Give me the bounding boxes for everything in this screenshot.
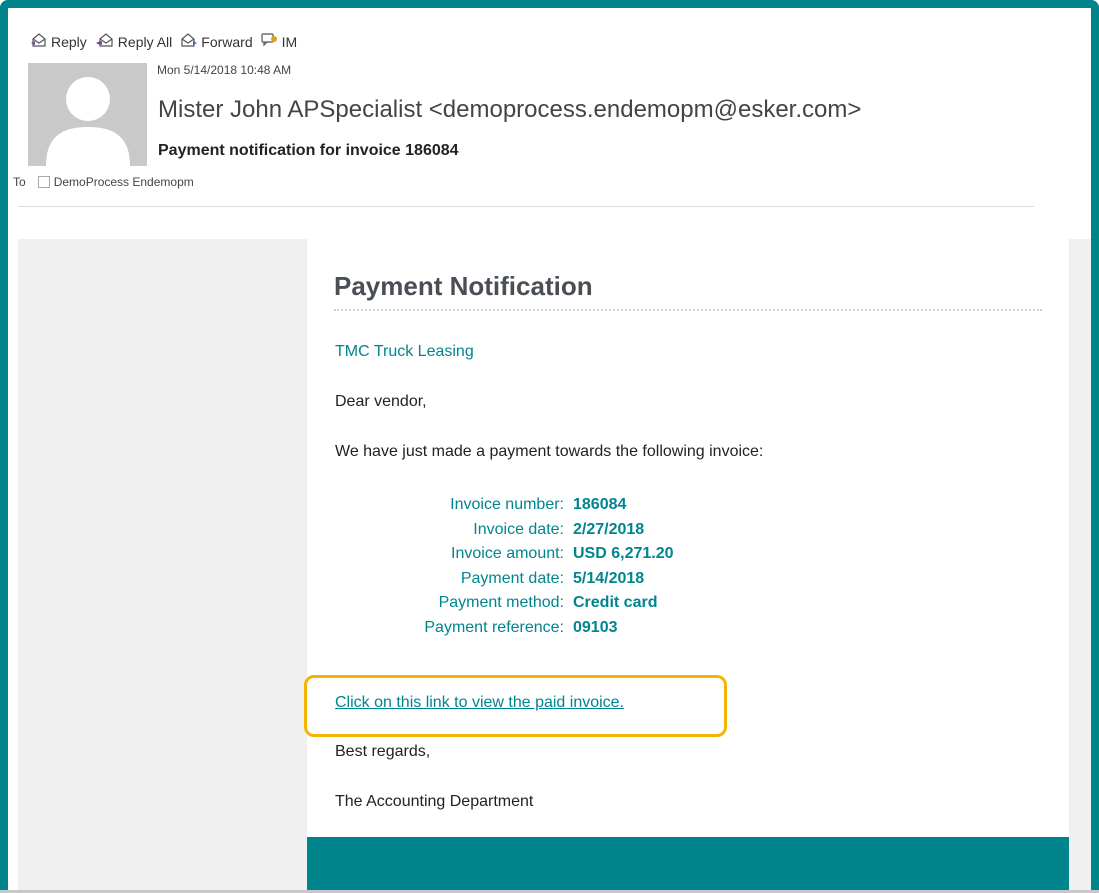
- reply-button[interactable]: Reply: [30, 33, 87, 50]
- detail-row: Payment date: 5/14/2018: [335, 567, 735, 592]
- recipient-row: To DemoProcess Endemopm: [13, 175, 194, 189]
- view-paid-invoice-link[interactable]: Click on this link to view the paid invo…: [335, 694, 624, 712]
- reply-icon: [30, 33, 51, 50]
- detail-row: Invoice date: 2/27/2018: [335, 518, 735, 543]
- im-label: IM: [281, 33, 298, 50]
- closing-regards: Best regards,: [335, 743, 431, 760]
- detail-value: Credit card: [573, 594, 658, 611]
- detail-value: 5/14/2018: [573, 569, 645, 587]
- person-icon: [46, 77, 130, 166]
- im-button[interactable]: IM: [261, 33, 298, 50]
- detail-label: Invoice amount:: [451, 545, 564, 562]
- detail-label: Payment reference:: [424, 618, 564, 636]
- recipient-presence-icon: [37, 176, 50, 188]
- notification-title: Payment Notification: [334, 271, 593, 301]
- detail-row: Payment method: Credit card: [335, 591, 735, 616]
- intro-text: We have just made a payment towards the …: [335, 443, 764, 460]
- forward-label: Forward: [201, 33, 253, 50]
- detail-row: Invoice amount: USD 6,271.20: [335, 542, 735, 567]
- to-label: To: [13, 175, 26, 189]
- reply-all-label: Reply All: [117, 33, 173, 50]
- invoice-details: Invoice number: 186084 Invoice date: 2/2…: [335, 493, 735, 640]
- detail-row: Invoice number: 186084: [335, 493, 735, 518]
- reply-all-icon: [95, 33, 118, 50]
- sender-name[interactable]: Mister John APSpecialist <demoprocess.en…: [158, 96, 861, 124]
- detail-label: Payment date:: [460, 569, 564, 587]
- detail-label: Invoice number:: [450, 496, 564, 513]
- recipient-name[interactable]: DemoProcess Endemopm: [54, 175, 194, 189]
- message-body-card: Payment Notification TMC Truck Leasing D…: [304, 239, 1069, 893]
- footer-band: [307, 837, 1069, 893]
- detail-value: USD 6,271.20: [573, 545, 674, 562]
- detail-label: Invoice date:: [473, 520, 564, 538]
- im-icon: [261, 33, 282, 50]
- title-divider: [334, 309, 1042, 311]
- forward-icon: [180, 33, 201, 50]
- detail-label: Payment method:: [438, 594, 564, 611]
- message-date: Mon 5/14/2018 10:48 AM: [157, 63, 292, 77]
- message-toolbar: Reply Reply All Forward IM: [30, 33, 305, 50]
- salutation: Dear vendor,: [335, 393, 427, 410]
- detail-value: 09103: [573, 618, 618, 636]
- signature: The Accounting Department: [335, 793, 534, 810]
- sender-avatar: [28, 63, 147, 166]
- detail-value: 186084: [573, 496, 627, 513]
- detail-row: Payment reference: 09103: [335, 616, 735, 641]
- header-divider: [18, 206, 1034, 207]
- company-name: TMC Truck Leasing: [335, 343, 474, 360]
- forward-button[interactable]: Forward: [180, 33, 253, 50]
- reply-label: Reply: [51, 33, 87, 50]
- reply-all-button[interactable]: Reply All: [95, 33, 172, 50]
- message-subject: Payment notification for invoice 186084: [158, 142, 459, 159]
- detail-value: 2/27/2018: [573, 520, 645, 538]
- reading-pane: Reply Reply All Forward IM Mon 5/14/2018…: [0, 0, 1099, 893]
